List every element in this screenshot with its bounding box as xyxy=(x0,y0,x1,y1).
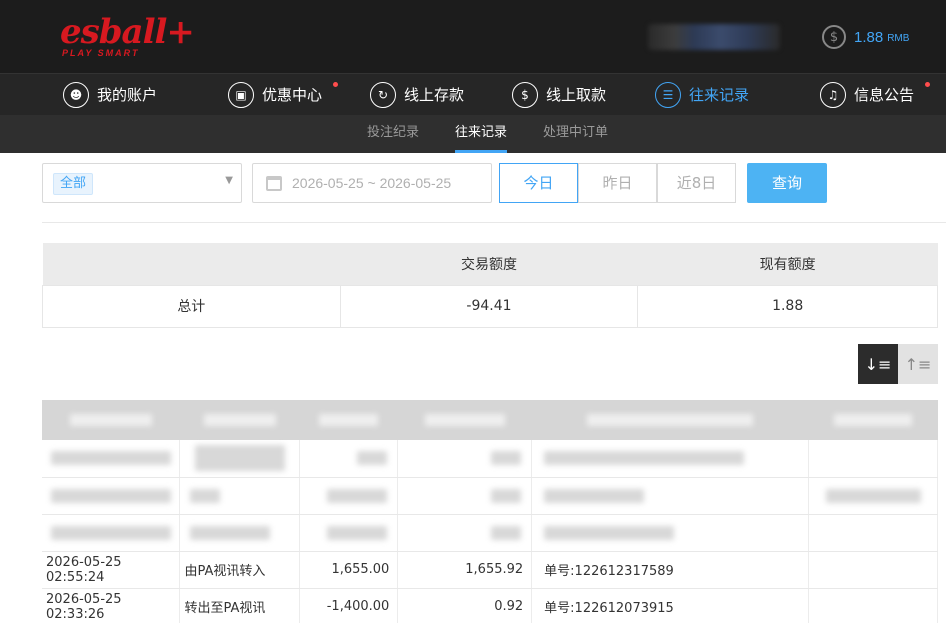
summary-header-transaction: 交易额度 xyxy=(340,243,638,285)
announcements-notification-dot xyxy=(925,82,930,87)
logo-tagline: PLAY SMART xyxy=(62,48,140,58)
tx-time: 2026-05-25 02:55:24 xyxy=(42,551,181,589)
nav-item-records[interactable]: ☰ 往来记录 xyxy=(655,74,749,115)
promotions-notification-dot xyxy=(333,82,338,87)
nav-label: 信息公告 xyxy=(854,86,915,104)
tab-bet-records[interactable]: 投注纪录 xyxy=(367,115,419,153)
sort-descending-icon[interactable]: ↓≡ xyxy=(858,344,898,384)
blurred-column-header xyxy=(531,400,809,440)
table-header-row xyxy=(42,400,938,440)
tx-amount: 1,655.00 xyxy=(299,551,399,589)
summary-transaction-amount: -94.41 xyxy=(339,284,639,328)
nav-item-my-account[interactable]: ☻ 我的账户 xyxy=(63,74,157,115)
tx-note xyxy=(808,551,938,589)
tx-note xyxy=(808,588,938,623)
dollar-coin-icon: $ xyxy=(822,25,846,49)
sub-nav: 投注纪录 往来记录 处理中订单 xyxy=(0,115,946,153)
summary-table: 交易额度 现有额度 总计 -94.41 1.88 xyxy=(42,243,938,328)
tx-type: 由PA视讯转入 xyxy=(179,551,301,589)
blurred-column-header xyxy=(42,400,180,440)
summary-header-balance: 现有额度 xyxy=(637,243,938,285)
tab-transaction-records[interactable]: 往来记录 xyxy=(455,115,508,153)
main-nav: ☻ 我的账户 ▣ 优惠中心 ↻ 线上存款 $ 线上取款 ☰ 往来记录 ♫ 信息公… xyxy=(0,73,946,115)
query-button[interactable]: 查询 xyxy=(747,163,827,203)
chevron-down-icon: ▼ xyxy=(225,175,233,186)
tx-type: 转出至PA视讯 xyxy=(179,588,301,623)
type-select[interactable]: 全部 ▼ xyxy=(42,163,242,203)
nav-label: 我的账户 xyxy=(97,86,158,104)
date-range-value: 2026-05-25 ~ 2026-05-25 xyxy=(292,175,452,191)
nav-item-promotions[interactable]: ▣ 优惠中心 xyxy=(228,74,322,115)
date-range-picker[interactable]: 2026-05-25 ~ 2026-05-25 xyxy=(252,163,492,203)
nav-label: 线上存款 xyxy=(404,86,465,104)
sort-ascending-icon[interactable]: ↑≡ xyxy=(898,344,938,384)
blurred-column-header xyxy=(179,400,300,440)
tx-balance: 1,655.92 xyxy=(397,551,533,589)
balance-currency: RMB xyxy=(887,33,910,44)
table-row: 2026-05-25 02:33:26 转出至PA视讯 -1,400.00 0.… xyxy=(42,588,938,623)
summary-row-label: 总计 xyxy=(42,284,341,328)
nav-item-announcements[interactable]: ♫ 信息公告 xyxy=(820,74,914,115)
blurred-table-row xyxy=(42,440,938,478)
account-balance: $ 1.88 RMB xyxy=(822,24,909,50)
blurred-table-row xyxy=(42,514,938,552)
deposit-icon: ↻ xyxy=(370,81,396,108)
blurred-column-header xyxy=(808,400,938,440)
bell-icon: ♫ xyxy=(820,81,846,108)
nav-label: 优惠中心 xyxy=(262,86,323,104)
records-icon: ☰ xyxy=(655,81,681,108)
tx-amount: -1,400.00 xyxy=(299,588,399,623)
summary-header-blank xyxy=(42,243,341,285)
range-today-button[interactable]: 今日 xyxy=(499,163,578,203)
tx-order-number: 单号:122612317589 xyxy=(531,551,810,589)
gift-icon: ▣ xyxy=(228,81,254,108)
blurred-column-header xyxy=(299,400,398,440)
tx-order-number: 单号:122612073915 xyxy=(531,588,810,623)
table-row: 2026-05-25 02:55:24 由PA视讯转入 1,655.00 1,6… xyxy=(42,551,938,589)
logo-wordmark: esball+ xyxy=(60,12,195,52)
blurred-username xyxy=(648,24,780,50)
selected-type-tag: 全部 xyxy=(53,173,94,195)
blurred-table-row xyxy=(42,477,938,515)
transactions-table: 2026-05-25 02:55:24 由PA视讯转入 1,655.00 1,6… xyxy=(42,400,938,623)
nav-item-withdraw[interactable]: $ 线上取款 xyxy=(512,74,606,115)
balance-amount: 1.88 xyxy=(854,28,884,46)
tx-time: 2026-05-25 02:33:26 xyxy=(42,588,181,623)
filter-divider xyxy=(42,222,946,223)
nav-label: 往来记录 xyxy=(689,86,750,104)
tx-balance: 0.92 xyxy=(397,588,533,623)
top-header: esball+ PLAY SMART $ 1.88 RMB xyxy=(0,0,946,73)
user-icon: ☻ xyxy=(63,81,89,108)
nav-item-deposit[interactable]: ↻ 线上存款 xyxy=(370,74,464,115)
tab-pending-orders[interactable]: 处理中订单 xyxy=(543,115,608,153)
withdraw-icon: $ xyxy=(512,81,538,108)
esball-logo[interactable]: esball+ PLAY SMART xyxy=(60,12,195,62)
blurred-column-header xyxy=(397,400,532,440)
range-yesterday-button[interactable]: 昨日 xyxy=(578,163,657,203)
nav-label: 线上取款 xyxy=(546,86,607,104)
calendar-icon xyxy=(266,175,282,191)
summary-current-balance: 1.88 xyxy=(637,284,938,328)
range-last-8-days-button[interactable]: 近8日 xyxy=(657,163,736,203)
